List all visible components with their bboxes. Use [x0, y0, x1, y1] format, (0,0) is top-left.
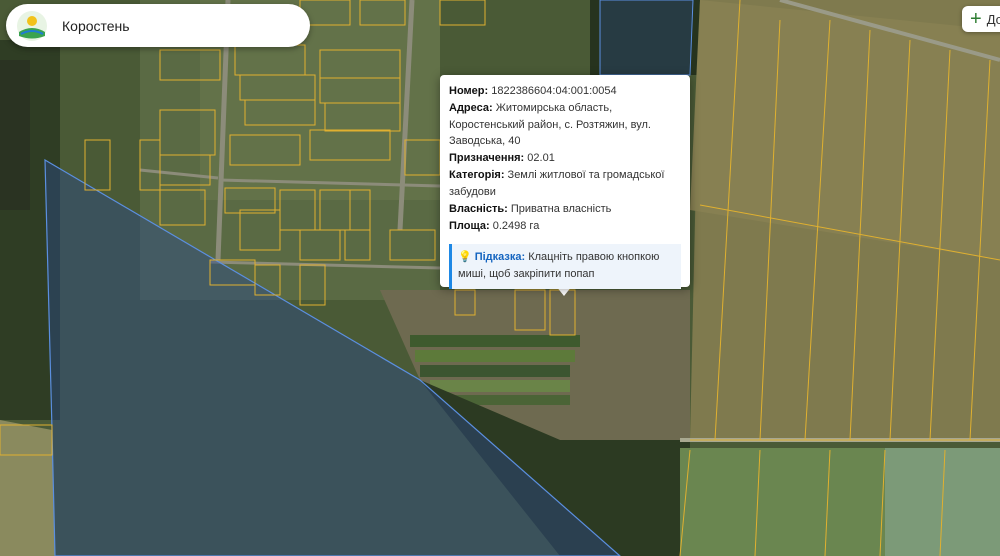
parcel-address-row: Адреса: Житомирська область, Коростенськ… — [449, 100, 681, 150]
parcel-ownership-label: Власність: — [449, 202, 508, 215]
lightbulb-icon: 💡 — [458, 251, 472, 263]
add-button-label: До — [986, 11, 1000, 27]
parcel-purpose-row: Призначення: 02.01 — [449, 150, 681, 167]
parcel-purpose-label: Призначення: — [449, 152, 525, 164]
parcel-purpose-value: 02.01 — [527, 152, 555, 164]
parcel-area-label: Площа: — [449, 219, 490, 232]
parcel-ownership-row: Власність: Приватна власність — [449, 201, 681, 218]
add-button[interactable]: + До — [962, 6, 1000, 32]
parcel-info-popup[interactable]: Номер: 1822386604:04:001:0054 Адреса: Жи… — [440, 75, 690, 289]
hint-label: Підказка: — [474, 251, 526, 263]
plus-icon: + — [970, 8, 982, 30]
parcel-number-label: Номер: — [449, 85, 489, 97]
parcel-area-value: 0.2498 га — [492, 219, 540, 232]
parcel-area-row: Площа: 0.2498 га — [449, 218, 681, 235]
parcel-ownership-value: Приватна власність — [510, 202, 612, 215]
search-input[interactable]: Коростень — [62, 18, 130, 34]
search-box[interactable]: Коростень — [6, 4, 310, 47]
parcel-category-row: Категорія: Землі житлової та громадської… — [449, 167, 681, 200]
parcel-number-row: Номер: 1822386604:04:001:0054 — [449, 83, 681, 100]
city-emblem-icon — [17, 10, 47, 41]
parcel-category-label: Категорія: — [449, 169, 505, 181]
parcel-address-label: Адреса: — [449, 102, 493, 114]
parcel-number-value: 1822386604:04:001:0054 — [491, 85, 617, 97]
popup-hint: 💡 Підказка: Клацніть правою кнопкою миші,… — [449, 244, 681, 289]
